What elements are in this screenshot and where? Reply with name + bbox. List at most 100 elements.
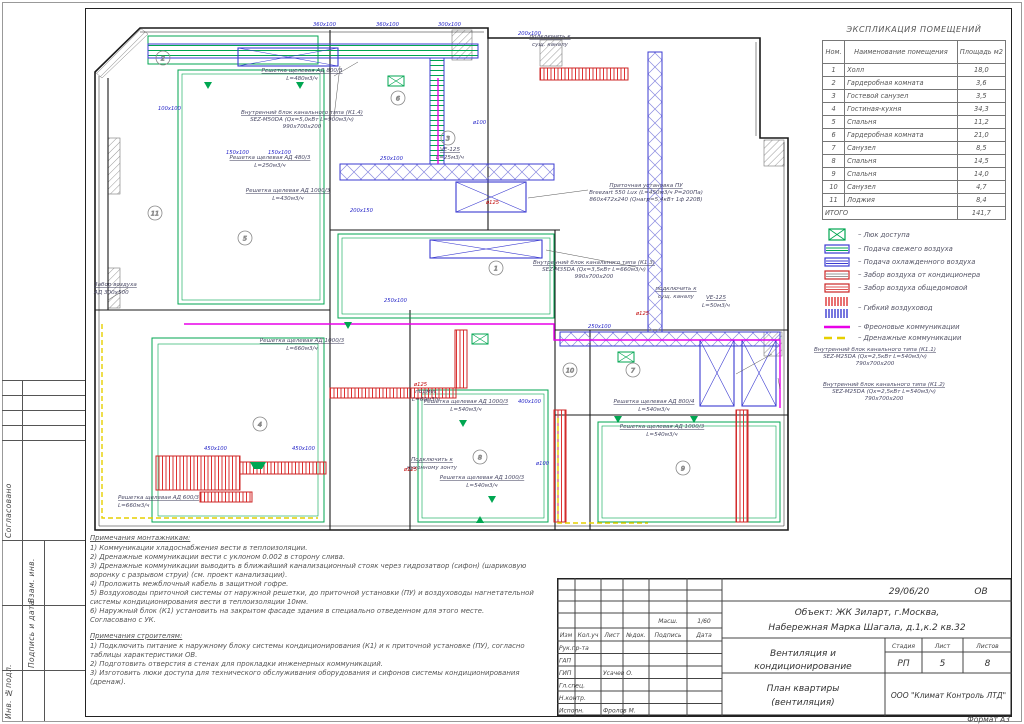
notes-builders: Примечания строителям: 1) Подключить пит… bbox=[90, 632, 548, 687]
svg-text:200х100: 200х100 bbox=[518, 31, 542, 37]
note-line: 1) Подключить питание к наружному блоку … bbox=[90, 642, 548, 660]
note-line: Согласовано с УК. bbox=[90, 616, 548, 625]
note-line: 1) Коммуникации хладоснабжения вести в т… bbox=[90, 544, 548, 553]
svg-text:ø125: ø125 bbox=[403, 467, 418, 473]
title-block: 29/06/20 ОВ Объект: ЖК Зиларт, г.Москва,… bbox=[557, 578, 1012, 716]
svg-text:Внутренний блок канального тип: Внутренний блок канального типа (К1.4) bbox=[241, 110, 363, 116]
svg-text:Забор воздуха: Забор воздуха bbox=[94, 282, 137, 288]
note-line: 3) Изготовить люки доступа для техническ… bbox=[90, 669, 548, 687]
svg-text:L=540м3/ч: L=540м3/ч bbox=[450, 407, 482, 413]
company-name: ООО "Климат Контроль ЛТД" bbox=[891, 691, 1006, 700]
svg-text:Листов: Листов bbox=[975, 643, 999, 650]
svg-text:L=25м3/ч: L=25м3/ч bbox=[436, 155, 465, 161]
legend-item: Дренажные коммуникации bbox=[822, 334, 1012, 342]
svg-text:SEZ-M25DA (Qх=2,5кВт L=540м3/ч: SEZ-M25DA (Qх=2,5кВт L=540м3/ч) bbox=[832, 389, 936, 395]
scale-label: Масш. bbox=[658, 618, 678, 625]
svg-text:L=60м3/ч: L=60м3/ч bbox=[412, 397, 441, 403]
svg-text:SEZ-M25DA (Qх=2,5кВт L=540м3/ч: SEZ-M25DA (Qх=2,5кВт L=540м3/ч) bbox=[823, 354, 927, 360]
svg-text:990х700х200: 990х700х200 bbox=[283, 124, 322, 130]
svg-text:300х100: 300х100 bbox=[438, 22, 462, 28]
room-number: 7 bbox=[631, 367, 636, 375]
stage-value: РП bbox=[897, 659, 909, 669]
legend-item: Забор воздуха общедомовой bbox=[822, 283, 1012, 293]
svg-text:Внутренний блок канального тип: Внутренний блок канального типа (К1.2) bbox=[823, 382, 945, 388]
svg-text:150х100: 150х100 bbox=[226, 150, 250, 156]
unit-k12 bbox=[742, 340, 776, 406]
svg-text:Решетка щелевая АД 800/3: Решетка щелевая АД 800/3 bbox=[262, 68, 343, 74]
room-number: 5 bbox=[243, 235, 247, 243]
notes: Примечания монтажникам: 1) Коммуникации … bbox=[90, 534, 548, 694]
callout-labels: Забор воздуха АД 300х500 подключить к су… bbox=[93, 34, 731, 471]
sheets-total: 8 bbox=[985, 659, 991, 669]
table-row: 7Санузел8,5 bbox=[823, 142, 1006, 155]
svg-text:150х100: 150х100 bbox=[268, 150, 292, 156]
svg-text:Решетка щелевая АД 1000/3: Решетка щелевая АД 1000/3 bbox=[246, 188, 331, 194]
svg-text:ГИП: ГИП bbox=[559, 670, 572, 677]
svg-text:L=50м3/ч: L=50м3/ч bbox=[702, 303, 731, 309]
svg-text:VE-125: VE-125 bbox=[440, 147, 460, 153]
legend-item: Гибкий воздуховод bbox=[822, 296, 1012, 320]
doc-date: 29/06/20 bbox=[889, 587, 930, 597]
svg-text:Гл.спец.: Гл.спец. bbox=[559, 683, 585, 690]
drain-line-icon bbox=[822, 335, 852, 341]
sheet-number: 5 bbox=[940, 659, 946, 669]
fresh-air-ducts bbox=[148, 44, 478, 164]
note-line: 3) Дренажные коммуникации выводить в бли… bbox=[90, 562, 548, 580]
svg-text:Лист: Лист bbox=[934, 643, 951, 650]
svg-text:Исполн.: Исполн. bbox=[559, 708, 584, 715]
col-num: Ном. bbox=[823, 41, 845, 64]
legend: Люк доступа Подача свежего воздуха Подач… bbox=[822, 228, 1012, 345]
note-line: 2) Подготовить отверстия в стенах для пр… bbox=[90, 660, 548, 669]
access-hatch-icon bbox=[822, 228, 852, 241]
svg-text:Кол.уч: Кол.уч bbox=[578, 632, 599, 639]
doc-code: ОВ bbox=[974, 587, 987, 597]
svg-text:790х700х200: 790х700х200 bbox=[865, 396, 904, 402]
svg-text:250х100: 250х100 bbox=[380, 156, 404, 162]
note-line: 4) Проложить межблочный кабель в защитно… bbox=[90, 580, 548, 589]
stamp-inv-label: Инв. №подл. bbox=[4, 673, 13, 719]
svg-text:Изм: Изм bbox=[560, 632, 573, 639]
legend-item: Подача охлажденного воздуха bbox=[822, 257, 1012, 267]
svg-text:сущ. каналу: сущ. каналу bbox=[658, 294, 695, 300]
room-number: 8 bbox=[478, 454, 482, 462]
svg-text:200х150: 200х150 bbox=[350, 208, 374, 214]
fresh-air-icon bbox=[822, 244, 852, 254]
note-line: 2) Дренажные коммуникации вести с уклоно… bbox=[90, 553, 548, 562]
svg-text:L=540м3/ч: L=540м3/ч bbox=[638, 407, 670, 413]
return-common-icon bbox=[822, 283, 852, 293]
svg-text:250х100: 250х100 bbox=[588, 324, 612, 330]
cooled-air-icon bbox=[822, 257, 852, 267]
object-line2: Набережная Марка Шагала, д.1,к.2 кв.32 bbox=[768, 623, 965, 633]
stamp-strip-line bbox=[44, 540, 45, 721]
table-row: 1Холл18,0 bbox=[823, 64, 1006, 77]
unit-k13 bbox=[430, 240, 542, 258]
table-row: 3Гостевой санузел3,5 bbox=[823, 90, 1006, 103]
room-number: 1 bbox=[494, 265, 498, 273]
svg-text:подмес: подмес bbox=[415, 389, 437, 395]
svg-text:VE-125: VE-125 bbox=[706, 295, 726, 301]
table-row: 11Лоджия8,4 bbox=[823, 194, 1006, 207]
svg-text:ø125: ø125 bbox=[635, 311, 650, 317]
svg-text:L=540м3/ч: L=540м3/ч bbox=[646, 432, 678, 438]
executor-name: Фролов М. bbox=[603, 708, 636, 715]
svg-text:Решетка щелевая АД 800/4: Решетка щелевая АД 800/4 bbox=[614, 399, 695, 405]
svg-text:Внутренний блок канального тип: Внутренний блок канального типа (К1.1) bbox=[814, 347, 936, 353]
explication-title: ЭКСПЛИКАЦИЯ ПОМЕЩЕНИЙ bbox=[822, 25, 1006, 34]
svg-text:L=660м3/ч: L=660м3/ч bbox=[286, 346, 318, 352]
stamp-agreed-label: Согласовано bbox=[4, 448, 13, 538]
room-number: 3 bbox=[446, 135, 450, 143]
svg-text:Лист: Лист bbox=[603, 632, 620, 639]
svg-text:Дата: Дата bbox=[695, 632, 712, 639]
legend-item: Фреоновые коммуникации bbox=[822, 323, 1012, 331]
svg-text:L=480м3/ч: L=480м3/ч bbox=[286, 76, 318, 82]
svg-text:Подпись: Подпись bbox=[655, 632, 682, 639]
note-line: 6) Наружный блок (К1) установить на закр… bbox=[90, 607, 548, 616]
room-number: 10 bbox=[566, 367, 574, 375]
col-area: Площадь м2 bbox=[957, 41, 1005, 64]
svg-text:450х100: 450х100 bbox=[292, 446, 316, 452]
stamp-podpis-label: Подпись и дата bbox=[27, 608, 36, 668]
table-row: 2Гардеробная комната3,6 bbox=[823, 77, 1006, 90]
svg-text:Рук.пр-та: Рук.пр-та bbox=[559, 645, 589, 652]
unit-pu bbox=[456, 182, 526, 212]
project-line1: Вентиляция и bbox=[770, 649, 836, 659]
